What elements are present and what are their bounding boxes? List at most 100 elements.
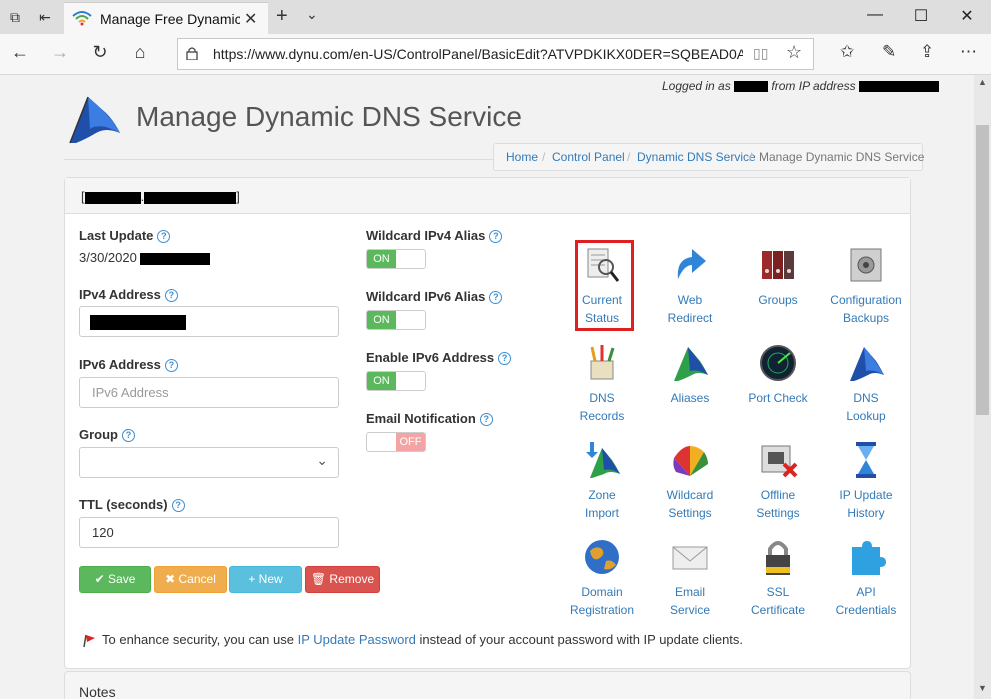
notes-panel: Notes xyxy=(64,671,911,699)
ttl-label: TTL (seconds)? xyxy=(79,497,185,513)
color-fan-icon xyxy=(673,446,708,476)
more-icon[interactable]: ⋯ xyxy=(960,42,977,62)
pen-icon[interactable]: ✎ xyxy=(882,42,896,62)
new-tab-icon[interactable]: + xyxy=(276,5,288,28)
minimize-icon[interactable]: — xyxy=(852,6,898,24)
group-select[interactable]: ⌄ xyxy=(79,447,339,478)
padlock-icon xyxy=(766,541,790,575)
lock-icon xyxy=(186,47,198,60)
binders-icon xyxy=(762,251,794,279)
favorite-star-icon[interactable]: ☆ xyxy=(786,42,802,63)
favorites-icon[interactable]: ✩ xyxy=(840,42,854,62)
ttl-input[interactable]: 120 xyxy=(79,517,339,548)
ipv4-input[interactable] xyxy=(79,306,339,337)
help-icon[interactable]: ? xyxy=(171,499,185,513)
enable-ipv6-toggle[interactable]: ON xyxy=(366,371,426,391)
page-scrollbar[interactable]: ▲ ▼ xyxy=(974,75,991,699)
radar-icon xyxy=(760,345,796,381)
aliases-flag-icon xyxy=(674,347,708,381)
group-label: Group? xyxy=(79,427,135,443)
breadcrumb-home[interactable]: Home xyxy=(506,150,538,164)
enable-ipv6-label: Enable IPv6 Address? xyxy=(366,350,512,366)
wildcard-ipv4-toggle[interactable]: ON xyxy=(366,249,426,269)
share-icon[interactable]: ⇪ xyxy=(920,42,934,62)
hostname: [.] xyxy=(81,189,240,204)
notes-heading: Notes xyxy=(79,684,116,699)
reading-view-icon[interactable]: ▯▯ xyxy=(753,45,768,62)
title-bar: ⧉ ⇤ Manage Free Dynamic D ✕ + ⌄ — ☐ ✕ xyxy=(0,0,991,35)
back-arrow-icon[interactable]: ← xyxy=(8,42,32,63)
help-icon[interactable]: ? xyxy=(122,429,135,443)
breadcrumb: Home / Control Panel / Dynamic DNS Servi… xyxy=(493,143,925,171)
wildcard-ipv4-label: Wildcard IPv4 Alias? xyxy=(366,228,503,244)
breadcrumb-control-panel[interactable]: Control Panel xyxy=(552,150,625,164)
dns-lookup-flag-icon xyxy=(850,347,884,381)
url-field[interactable]: https://www.dynu.com/en-US/ControlPanel/… xyxy=(177,38,814,70)
redacted-ip xyxy=(859,81,940,93)
help-icon[interactable]: ? xyxy=(157,230,171,244)
page-content: Logged in as from IP address Manage Dyna… xyxy=(0,75,974,699)
dynu-logo-icon xyxy=(69,96,120,144)
forward-arrow-icon[interactable]: → xyxy=(48,42,72,63)
scroll-thumb[interactable] xyxy=(976,125,989,415)
help-icon[interactable]: ? xyxy=(489,291,503,305)
envelope-icon xyxy=(672,546,708,570)
chevron-down-icon: ⌄ xyxy=(316,452,328,468)
safe-icon xyxy=(850,248,882,282)
chevron-down-icon[interactable]: ⌄ xyxy=(306,6,318,23)
remove-button[interactable]: 🗑 Remove xyxy=(305,566,380,593)
redacted-ipv4 xyxy=(90,315,186,330)
ip-update-password-link[interactable]: IP Update Password xyxy=(298,632,416,647)
breadcrumb-dynamic-dns[interactable]: Dynamic DNS Service xyxy=(637,150,756,164)
maximize-icon[interactable]: ☐ xyxy=(898,6,944,26)
logged-in-info: Logged in as from IP address xyxy=(662,79,940,93)
refresh-icon[interactable]: ↻ xyxy=(88,42,112,63)
scroll-up-icon[interactable]: ▲ xyxy=(978,77,987,87)
ipv4-label: IPv4 Address? xyxy=(79,287,178,303)
email-notification-toggle[interactable]: OFF xyxy=(366,432,426,452)
home-icon[interactable]: ⌂ xyxy=(128,42,152,63)
panel-heading: [.] xyxy=(65,178,910,214)
last-update-label: Last Update? xyxy=(79,228,171,244)
redacted-host xyxy=(84,191,141,204)
page-title: Manage Dynamic DNS Service xyxy=(136,101,522,132)
ipv6-input[interactable]: IPv6 Address xyxy=(79,377,339,408)
help-icon[interactable]: ? xyxy=(164,359,178,373)
redacted-time xyxy=(140,252,211,265)
redacted-username xyxy=(734,81,769,93)
help-icon[interactable]: ? xyxy=(498,352,512,366)
security-note: To enhance security, you can use IP Upda… xyxy=(82,632,743,648)
url-text: https://www.dynu.com/en-US/ControlPanel/… xyxy=(213,46,743,62)
tab-title: Manage Free Dynamic D xyxy=(100,11,240,27)
current-status-highlight xyxy=(575,240,634,331)
save-button[interactable]: ✔ Save xyxy=(79,566,151,593)
hourglass-icon xyxy=(856,442,876,478)
wifi-favicon-icon xyxy=(72,11,92,26)
globe-icon xyxy=(585,540,619,574)
help-icon[interactable]: ? xyxy=(479,413,493,427)
email-notification-label: Email Notification? xyxy=(366,411,493,427)
wildcard-ipv6-label: Wildcard IPv6 Alias? xyxy=(366,289,503,305)
set-aside-tabs-icon[interactable]: ⇤ xyxy=(36,8,54,26)
ipv6-label: IPv6 Address? xyxy=(79,357,178,373)
address-bar: ← → ↻ ⌂ https://www.dynu.com/en-US/Contr… xyxy=(0,34,991,75)
redirect-arrow-icon xyxy=(677,249,706,279)
scroll-down-icon[interactable]: ▼ xyxy=(978,683,987,693)
help-icon[interactable]: ? xyxy=(489,230,503,244)
close-tab-icon[interactable]: ✕ xyxy=(244,9,257,29)
tab-actions-icon[interactable]: ⧉ xyxy=(6,8,24,26)
zone-import-icon xyxy=(586,442,620,478)
cancel-button[interactable]: ✖ Cancel xyxy=(154,566,227,593)
puzzle-icon xyxy=(852,541,886,575)
pencil-cup-icon xyxy=(590,345,615,380)
red-flag-icon xyxy=(83,634,95,647)
help-icon[interactable]: ? xyxy=(164,289,178,303)
wildcard-ipv6-toggle[interactable]: ON xyxy=(366,310,426,330)
close-window-icon[interactable]: ✕ xyxy=(944,6,990,26)
new-button[interactable]: + New xyxy=(229,566,302,593)
browser-tab[interactable]: Manage Free Dynamic D ✕ xyxy=(64,2,268,35)
last-update-value: 3/30/2020 xyxy=(79,250,211,265)
breadcrumb-current: Manage Dynamic DNS Service xyxy=(759,150,925,164)
redacted-domain xyxy=(144,191,237,204)
network-offline-icon xyxy=(761,445,798,478)
